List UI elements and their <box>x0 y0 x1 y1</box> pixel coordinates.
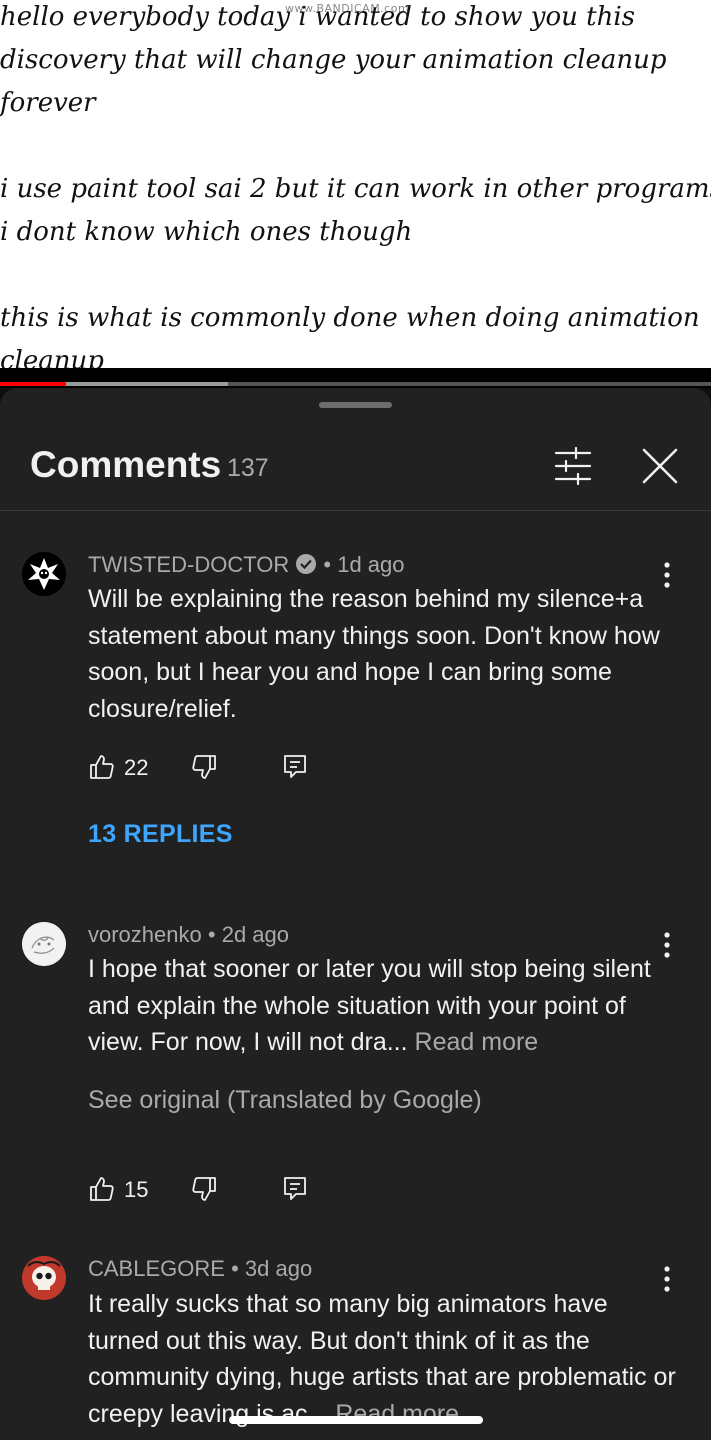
meta-separator: • <box>207 922 216 947</box>
avatar-skull-icon <box>22 1256 66 1300</box>
comments-count: 137 <box>227 454 269 482</box>
comment-time: 1d ago <box>337 552 405 577</box>
verified-check-icon <box>295 553 317 581</box>
reply-comment-icon <box>284 755 306 778</box>
video-progress-bar[interactable] <box>0 368 711 388</box>
reply-button[interactable] <box>282 753 308 786</box>
progress-played <box>0 382 66 386</box>
like-count: 22 <box>124 755 149 780</box>
comments-header: Comments 137 <box>0 388 711 511</box>
comment-menu-button[interactable] <box>656 560 678 590</box>
video-text-line: forever <box>0 88 96 118</box>
thumbs-up-icon <box>90 755 114 779</box>
close-comments-button[interactable] <box>634 440 686 492</box>
video-player[interactable]: www.BANDICAM.com hello everybody today i… <box>0 0 711 368</box>
comment-menu-button[interactable] <box>656 1264 678 1294</box>
reply-button[interactable] <box>282 1175 308 1208</box>
comment-text: It really sucks that so many big animato… <box>88 1286 678 1432</box>
comments-title: Comments <box>30 444 222 485</box>
meta-separator: • <box>231 1256 239 1281</box>
thumbs-down-icon <box>192 755 216 779</box>
video-text-line: this is what is commonly done when doing… <box>0 303 700 333</box>
sliders-icon <box>554 446 592 486</box>
comment-time: 2d ago <box>221 922 289 947</box>
video-text-line: i dont know which ones though <box>0 217 413 247</box>
see-original-link[interactable]: See original (Translated by Google) <box>88 1086 482 1115</box>
like-button[interactable]: 15 <box>88 1175 148 1208</box>
comment-menu-button[interactable] <box>656 930 678 960</box>
comment-meta: TWISTED-DOCTOR • 1d ago <box>88 552 405 581</box>
more-vert-icon <box>664 932 670 958</box>
comment-meta: vorozhenko • 2d ago <box>88 922 289 948</box>
video-text-line: cleanup <box>0 346 104 368</box>
progress-track <box>228 382 711 386</box>
home-indicator[interactable] <box>229 1416 483 1424</box>
reply-comment-icon <box>284 1177 306 1200</box>
avatar-sketch-icon <box>22 922 66 966</box>
comment-text: I hope that sooner or later you will sto… <box>88 951 678 1061</box>
more-vert-icon <box>664 1266 670 1292</box>
thumbs-down-icon <box>192 1177 216 1201</box>
avatar[interactable] <box>22 552 66 596</box>
close-icon <box>642 448 678 484</box>
more-vert-icon <box>664 562 670 588</box>
video-text-line: i use paint tool sai 2 but it can work i… <box>0 174 711 204</box>
comment-author[interactable]: vorozhenko <box>88 922 202 947</box>
comment-meta: CABLEGORE • 3d ago <box>88 1256 312 1282</box>
view-replies-button[interactable]: 13 REPLIES <box>88 820 233 849</box>
meta-separator: • <box>323 552 332 577</box>
comment-time: 3d ago <box>244 1256 313 1281</box>
comment-text: Will be explaining the reason behind my … <box>88 585 660 723</box>
comment-text-body: I hope that sooner or later you will sto… <box>88 955 651 1056</box>
comment-author[interactable]: TWISTED-DOCTOR <box>88 552 289 577</box>
comment-author[interactable]: CABLEGORE <box>88 1256 225 1281</box>
video-text-line: discovery that will change your animatio… <box>0 45 667 75</box>
dislike-button[interactable] <box>190 1175 218 1208</box>
read-more-link[interactable]: Read more <box>415 1028 539 1056</box>
sort-filter-button[interactable] <box>548 444 598 488</box>
dislike-button[interactable] <box>190 753 218 786</box>
avatar[interactable] <box>22 922 66 966</box>
avatar-emblem-icon <box>22 552 66 596</box>
avatar[interactable] <box>22 1256 66 1300</box>
thumbs-up-icon <box>90 1177 114 1201</box>
comments-sheet: Comments 137 TWISTED-DOCTOR • 1d ago Wil… <box>0 388 711 1440</box>
video-text-line: hello everybody today i wanted to show y… <box>0 2 636 32</box>
like-button[interactable]: 22 <box>88 753 148 786</box>
like-count: 15 <box>124 1177 149 1202</box>
